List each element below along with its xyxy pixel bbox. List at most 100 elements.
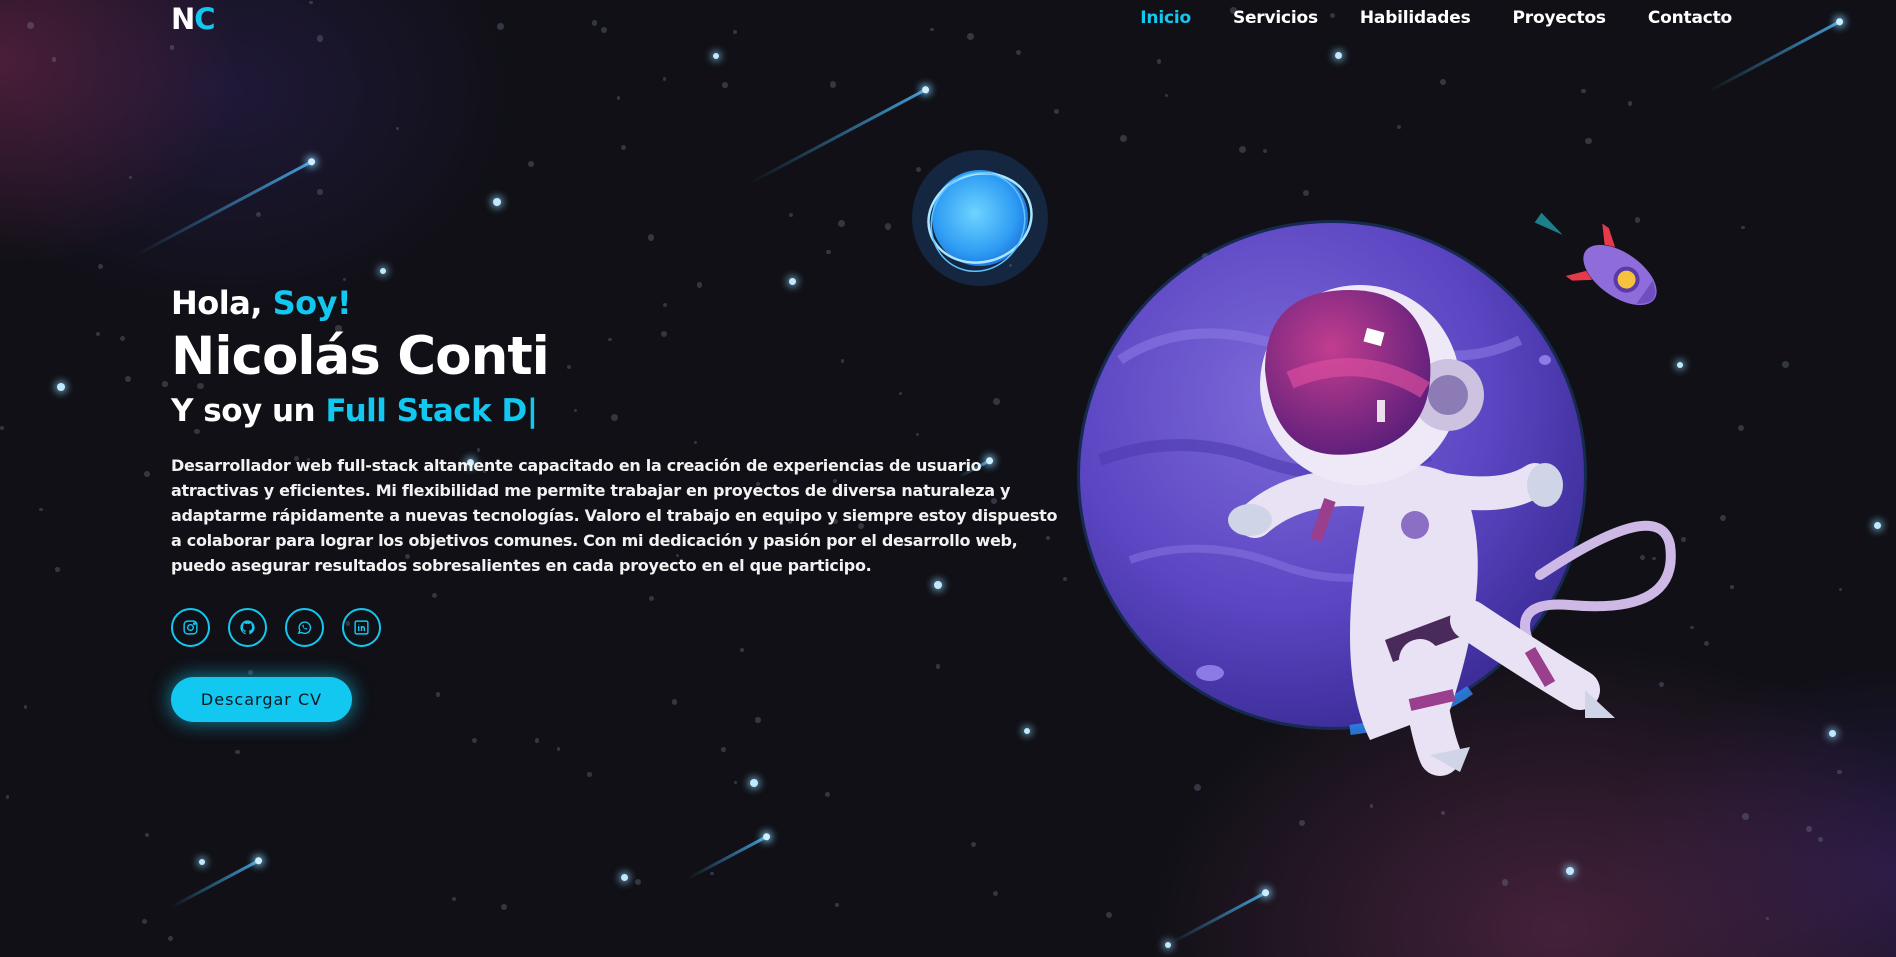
hero-name: Nicolás Conti bbox=[171, 326, 550, 387]
dust-particle bbox=[992, 891, 998, 897]
github-link[interactable] bbox=[228, 608, 267, 647]
dust-particle bbox=[169, 45, 175, 50]
dust-particle bbox=[1164, 93, 1168, 97]
dust-particle bbox=[1280, 611, 1285, 616]
dust-particle bbox=[1652, 557, 1656, 561]
dust-particle bbox=[1806, 826, 1813, 832]
dust-particle bbox=[1680, 537, 1686, 542]
dust-particle bbox=[120, 336, 126, 342]
nav-link-inicio[interactable]: Inicio bbox=[1140, 8, 1191, 28]
whatsapp-icon bbox=[297, 621, 312, 635]
greeting-text: Hola, bbox=[171, 284, 262, 322]
dust-particle bbox=[1156, 407, 1161, 412]
dust-particle bbox=[1439, 79, 1446, 85]
nav-link-habilidades[interactable]: Habilidades bbox=[1360, 8, 1471, 28]
star bbox=[1677, 362, 1683, 368]
star bbox=[713, 53, 719, 59]
dust-particle bbox=[1298, 819, 1306, 827]
dust-particle bbox=[1704, 640, 1710, 646]
dust-particle bbox=[1194, 783, 1202, 791]
dust-particle bbox=[1358, 598, 1363, 603]
dust-particle bbox=[1730, 585, 1734, 589]
logo-letter-c: C bbox=[194, 2, 215, 36]
dust-particle bbox=[1105, 911, 1112, 918]
dust-particle bbox=[1765, 916, 1769, 920]
dust-particle bbox=[1157, 59, 1162, 64]
dust-particle bbox=[1742, 813, 1750, 820]
dust-particle bbox=[1627, 101, 1633, 107]
dust-particle bbox=[125, 375, 132, 382]
shooting-star bbox=[1168, 891, 1267, 946]
dust-particle bbox=[1634, 217, 1641, 223]
shooting-star bbox=[686, 835, 768, 881]
dust-particle bbox=[235, 749, 241, 755]
dust-particle bbox=[635, 879, 641, 886]
hero-section: Hola, Soy! Nicolás Conti Y soy un Full S… bbox=[171, 284, 1071, 722]
top-navbar: NC Inicio Servicios Habilidades Proyecto… bbox=[0, 0, 1896, 40]
dust-particle bbox=[1741, 225, 1745, 229]
nav-link-proyectos[interactable]: Proyectos bbox=[1513, 8, 1607, 28]
dust-particle bbox=[23, 705, 28, 709]
role-typed-text: Full Stack D| bbox=[325, 393, 538, 429]
whatsapp-link[interactable] bbox=[285, 608, 324, 647]
star bbox=[1828, 729, 1836, 737]
star bbox=[57, 383, 65, 391]
dust-particle bbox=[1226, 369, 1232, 376]
greeting-accent: Soy! bbox=[272, 284, 352, 322]
dust-particle bbox=[1478, 405, 1482, 409]
shooting-star bbox=[748, 88, 927, 185]
dust-particle bbox=[1238, 145, 1246, 153]
hero-description: Desarrollador web full-stack altamente c… bbox=[171, 456, 1058, 575]
dust-particle bbox=[1818, 837, 1823, 843]
download-cv-button[interactable]: Descargar CV bbox=[171, 677, 352, 722]
linkedin-link[interactable] bbox=[342, 608, 381, 647]
star bbox=[1024, 728, 1030, 734]
dust-particle bbox=[616, 96, 621, 100]
instagram-link[interactable] bbox=[171, 608, 210, 647]
dust-particle bbox=[1421, 426, 1425, 430]
star bbox=[1334, 51, 1342, 59]
star bbox=[199, 859, 205, 865]
dust-particle bbox=[343, 278, 347, 282]
dust-particle bbox=[662, 77, 667, 81]
shooting-star bbox=[170, 859, 260, 909]
dust-particle bbox=[1327, 655, 1333, 661]
dust-particle bbox=[168, 936, 173, 941]
dust-particle bbox=[1145, 315, 1153, 323]
dust-particle bbox=[143, 471, 150, 477]
dust-particle bbox=[621, 145, 627, 151]
linkedin-icon bbox=[354, 620, 369, 635]
dust-particle bbox=[1658, 682, 1664, 687]
logo[interactable]: NC bbox=[171, 2, 216, 36]
nav-link-servicios[interactable]: Servicios bbox=[1233, 8, 1318, 28]
dust-particle bbox=[5, 795, 10, 799]
dust-particle bbox=[788, 212, 794, 218]
dust-particle bbox=[1369, 804, 1374, 808]
star bbox=[620, 873, 628, 881]
dust-particle bbox=[1508, 389, 1516, 397]
dust-particle bbox=[1396, 124, 1401, 129]
dust-particle bbox=[1391, 288, 1395, 293]
dust-particle bbox=[1501, 879, 1509, 887]
instagram-icon bbox=[183, 620, 198, 635]
dust-particle bbox=[1441, 811, 1446, 816]
dust-particle bbox=[128, 176, 132, 180]
dust-particle bbox=[1594, 709, 1602, 717]
dust-particle bbox=[95, 332, 100, 337]
dust-particle bbox=[916, 166, 922, 172]
dust-particle bbox=[1203, 524, 1210, 531]
dust-particle bbox=[720, 747, 726, 752]
dust-particle bbox=[1054, 109, 1060, 115]
dust-particle bbox=[1330, 261, 1337, 268]
dust-particle bbox=[527, 161, 534, 167]
nav-link-contacto[interactable]: Contacto bbox=[1648, 8, 1732, 28]
dust-particle bbox=[1837, 769, 1842, 775]
greeting: Hola, Soy! bbox=[171, 284, 1071, 322]
dust-particle bbox=[1585, 137, 1592, 144]
dust-particle bbox=[1719, 515, 1726, 522]
dust-particle bbox=[1782, 361, 1789, 368]
dust-particle bbox=[825, 249, 831, 255]
dust-particle bbox=[1581, 88, 1586, 94]
dust-particle bbox=[1263, 149, 1268, 154]
dust-particle bbox=[1302, 190, 1310, 197]
